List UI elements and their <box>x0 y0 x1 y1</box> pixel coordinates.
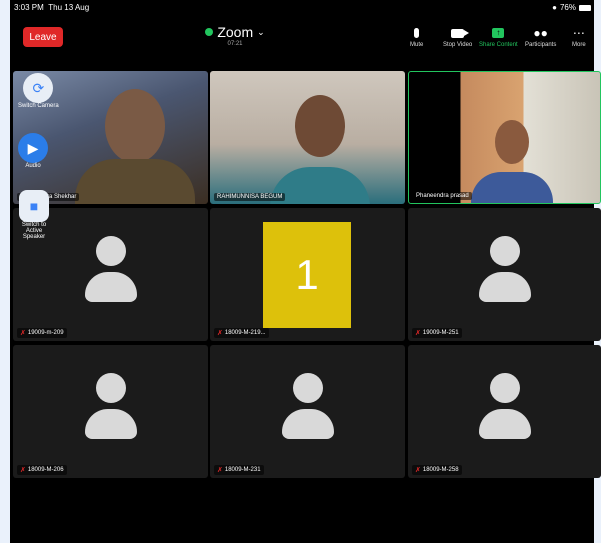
share-content-button[interactable]: ↑ Share Content <box>479 24 518 48</box>
meeting-timer: 07:21 <box>227 41 243 47</box>
participant-name-tag: ✗ 18009-M-219... <box>214 328 269 338</box>
audio-button[interactable]: ▶ Audio <box>18 133 48 169</box>
muted-mic-icon: ✗ <box>415 330 421 337</box>
participants-icon: ●● <box>533 26 548 40</box>
muted-mic-icon: ✗ <box>415 467 421 474</box>
avatar-placeholder-icon <box>281 372 335 451</box>
avatar-placeholder-icon <box>84 235 138 314</box>
chevron-down-icon: ⌄ <box>257 26 265 37</box>
video-camera-icon <box>451 28 470 38</box>
wifi-icon: ● <box>552 3 557 12</box>
participant-name-tag: ✗ 18009-M-231 <box>214 465 264 475</box>
participant-name-tag: ✗ 19009-M-251 <box>412 328 462 338</box>
meeting-title-label: Zoom <box>217 24 254 40</box>
active-speaker-icon: ■ <box>19 190 49 222</box>
video-tile[interactable]: RAHIMUNNISA BEGUM <box>210 71 405 204</box>
avatar-placeholder-icon <box>84 372 138 451</box>
video-tile[interactable]: ✗ 18009-M-206 <box>13 345 208 478</box>
participant-video <box>495 120 529 164</box>
participant-name-tag: RAHIMUNNISA BEGUM <box>214 193 286 201</box>
number-badge-overlay: 1 <box>263 222 351 328</box>
status-time: 3:03 PM Thu 13 Aug <box>14 3 90 12</box>
stop-video-button[interactable]: Stop Video <box>443 24 472 48</box>
security-shield-icon <box>205 28 214 36</box>
muted-mic-icon: ✗ <box>217 330 223 337</box>
participants-button[interactable]: ●● Participants <box>525 24 556 48</box>
battery-label: 76% <box>559 3 576 12</box>
participant-shirt <box>471 172 553 203</box>
microphone-icon <box>414 28 420 38</box>
participant-video <box>295 95 345 157</box>
avatar-placeholder-icon <box>478 372 532 451</box>
participant-name-tag: ✗ 18009-M-258 <box>412 465 462 475</box>
avatar-placeholder-icon <box>478 235 532 314</box>
leave-button[interactable]: Leave <box>23 27 63 47</box>
more-button[interactable]: ⋯ More <box>572 24 586 48</box>
speaker-icon: ▶ <box>18 133 48 163</box>
more-dots-icon: ⋯ <box>572 26 585 40</box>
video-tile[interactable]: ✗ 18009-M-231 <box>210 345 405 478</box>
participant-name-tag: ✗ 19009-m-209 <box>17 328 67 338</box>
battery-icon <box>579 4 591 11</box>
muted-mic-icon: ✗ <box>217 467 223 474</box>
participant-shirt <box>75 159 195 204</box>
participant-video <box>105 89 165 163</box>
switch-camera-icon: ⟳ <box>23 73 54 103</box>
share-screen-icon: ↑ <box>492 28 505 38</box>
muted-mic-icon: ✗ <box>20 330 26 337</box>
video-tile[interactable]: ✗ 18009-M-258 <box>408 345 601 478</box>
switch-active-speaker-button[interactable]: ■ Switch to Active Speaker <box>14 190 54 240</box>
switch-camera-button[interactable]: ⟳ Switch Camera <box>18 73 59 109</box>
meeting-title[interactable]: Zoom ⌄ 07:21 <box>200 24 270 47</box>
meeting-toolbar: Leave Zoom ⌄ 07:21 Mute Stop Video ↑ Sha… <box>10 16 601 60</box>
video-tile-active-speaker[interactable]: Phaneendra prasad <box>408 71 601 204</box>
mute-button[interactable]: Mute <box>410 24 423 48</box>
participant-name-tag: Phaneendra prasad <box>413 192 472 200</box>
participant-name-tag: ✗ 18009-M-206 <box>17 465 67 475</box>
video-tile[interactable]: ✗ 19009-M-251 <box>408 208 601 341</box>
muted-mic-icon: ✗ <box>20 467 26 474</box>
status-system-icons: ● 76% <box>552 3 591 12</box>
status-bar: 3:03 PM Thu 13 Aug ● 76% <box>0 0 601 16</box>
